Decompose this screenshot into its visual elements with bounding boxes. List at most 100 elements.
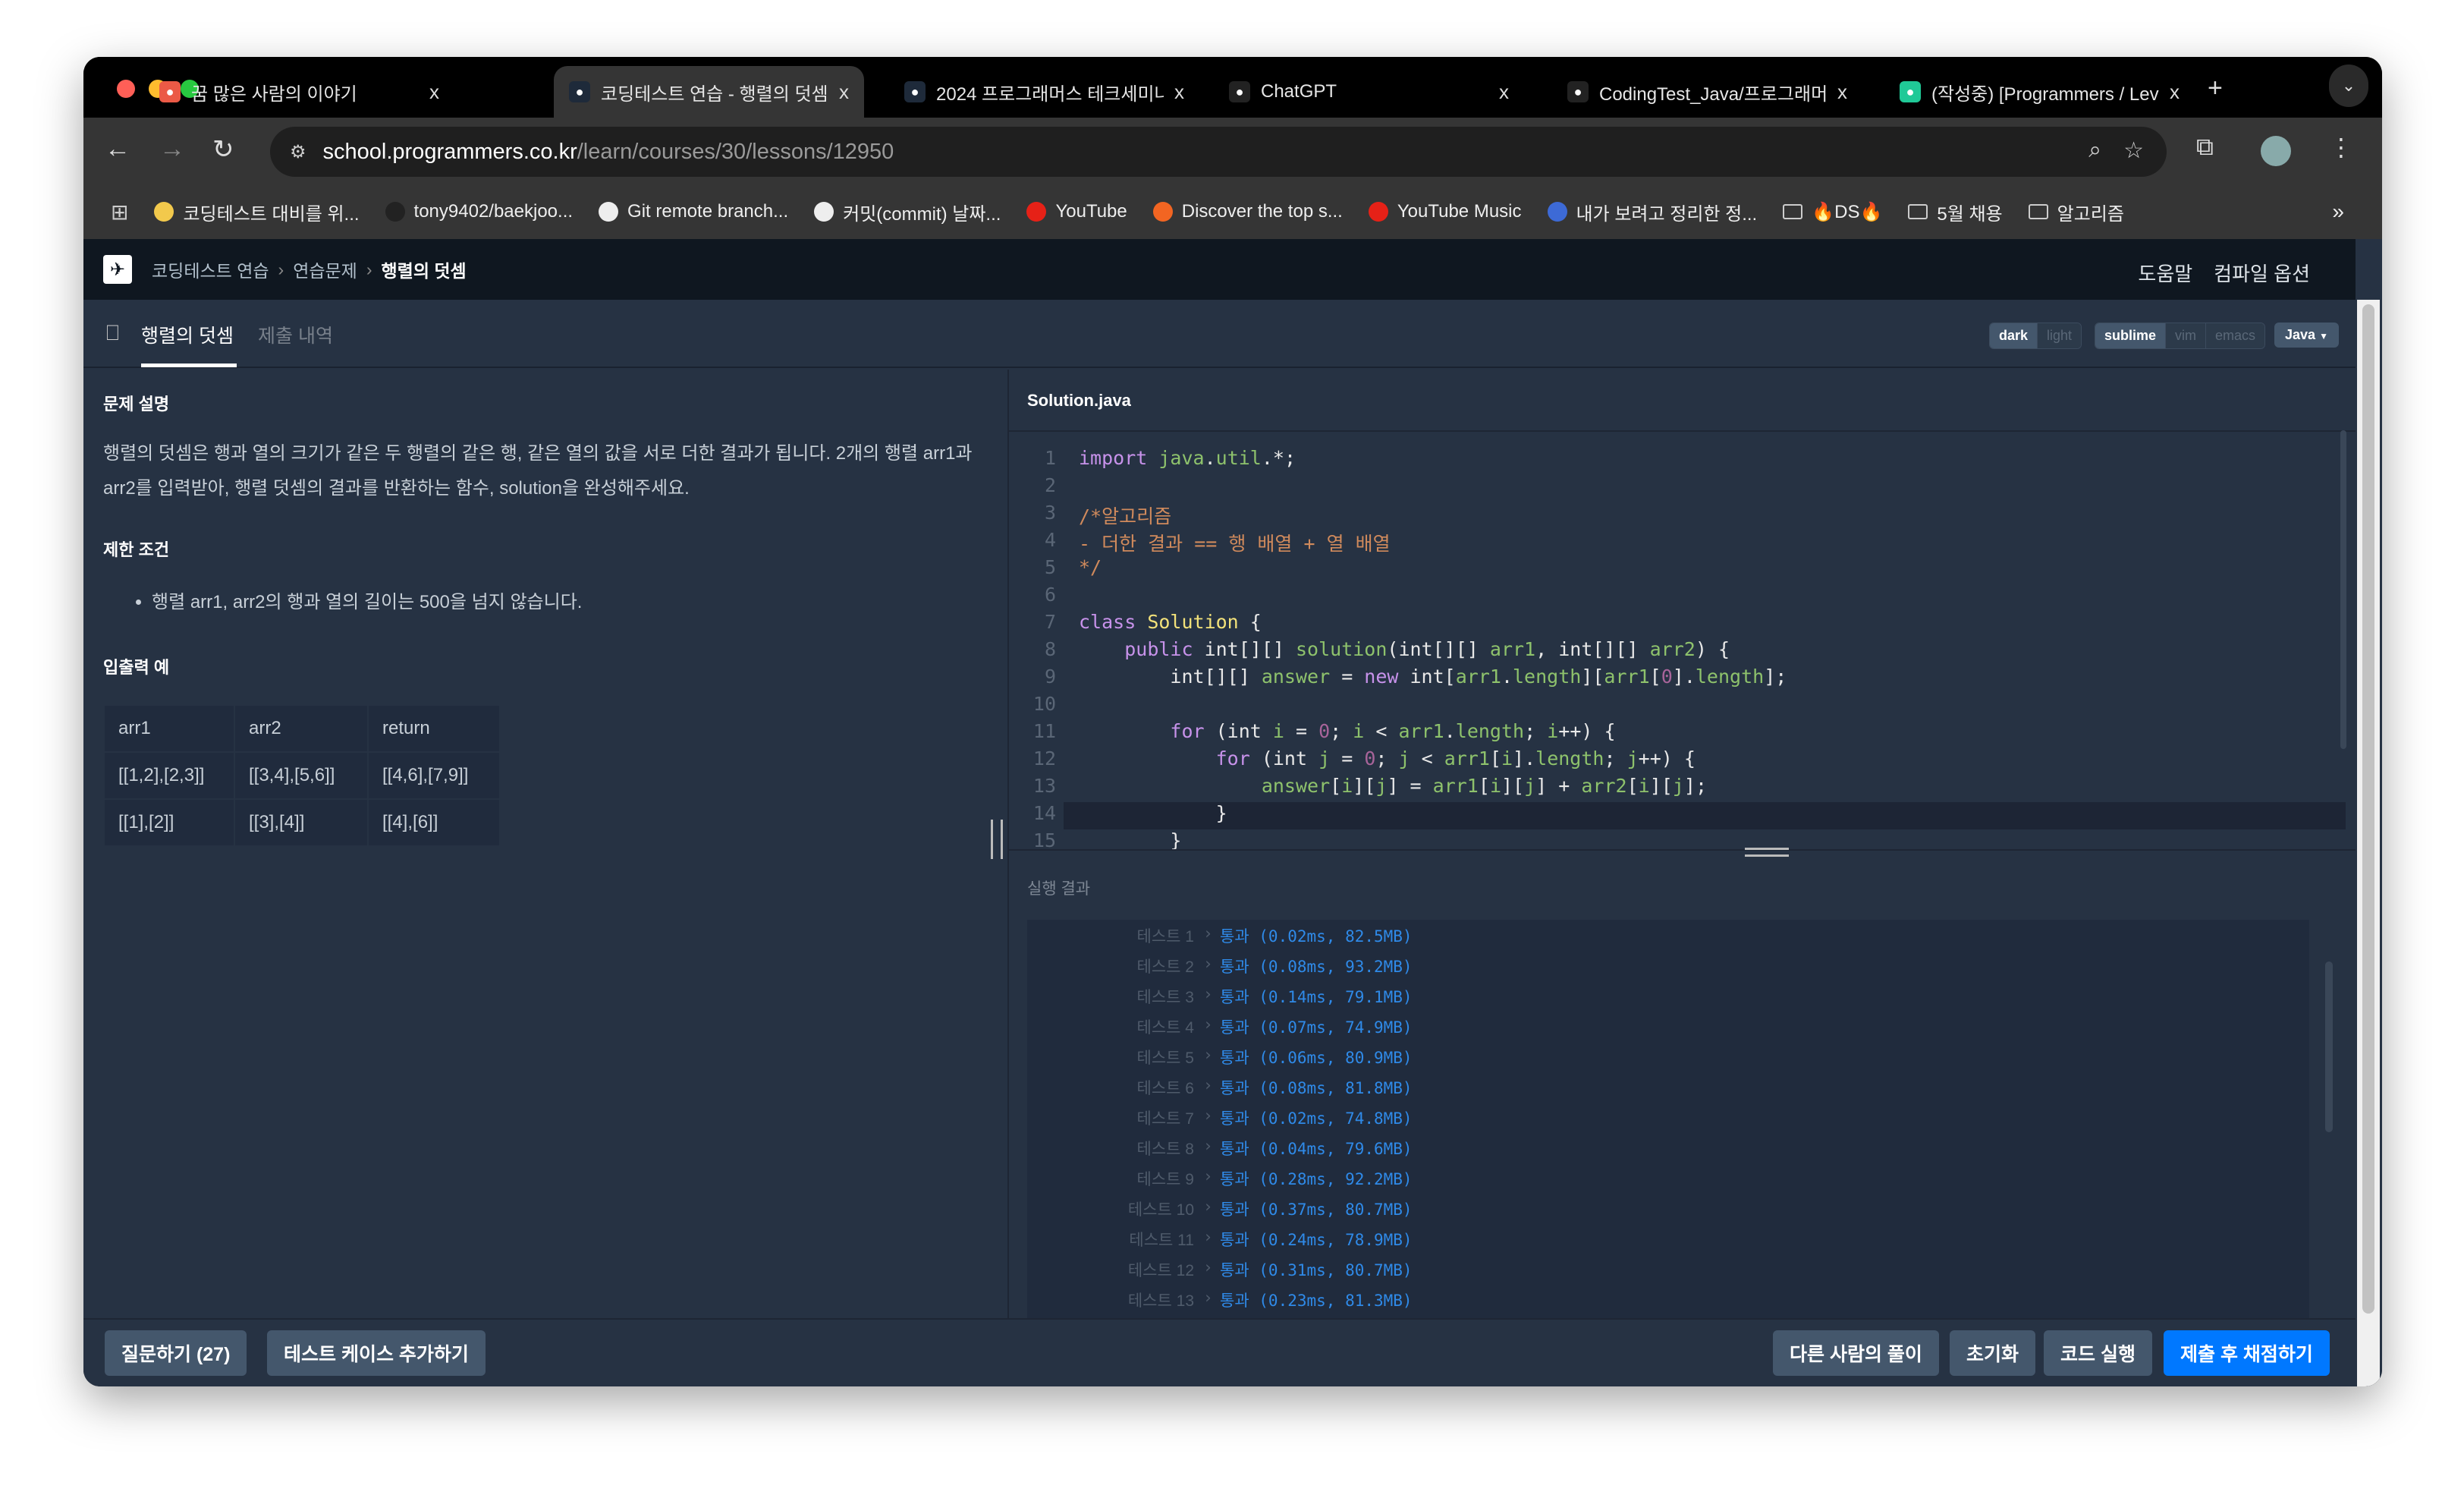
code-line[interactable]: */ bbox=[1079, 556, 1102, 578]
page-scrollbar-thumb[interactable] bbox=[2362, 304, 2374, 1314]
close-tab-icon[interactable]: x bbox=[2170, 80, 2180, 104]
address-bar[interactable]: ⚙ school.programmers.co.kr/learn/courses… bbox=[270, 127, 2167, 177]
tab-search-button[interactable]: ⌄ bbox=[2329, 65, 2368, 107]
bookmark-favicon bbox=[1547, 202, 1567, 222]
close-tab-icon[interactable]: x bbox=[1499, 80, 1509, 104]
bookmark-label: YouTube bbox=[1055, 201, 1127, 222]
others-solutions-button[interactable]: 다른 사람의 풀이 bbox=[1773, 1330, 1939, 1376]
bookmark-item[interactable]: 코딩테스트 대비를 위... bbox=[154, 199, 360, 225]
code-line[interactable]: for (int j = 0; j < arr1[i].length; j++)… bbox=[1079, 747, 1696, 769]
close-tab-icon[interactable]: x bbox=[1837, 80, 1847, 104]
lesson-tabs-bar: ⎕ 행렬의 덧셈 제출 내역 dark light sublime vim em… bbox=[83, 300, 2356, 368]
breadcrumb-item[interactable]: 코딩테스트 연습 bbox=[152, 256, 269, 282]
bookmark-favicon bbox=[1368, 202, 1388, 222]
code-line[interactable]: } bbox=[1079, 802, 1227, 824]
splitter-grip-icon[interactable] bbox=[1745, 848, 1789, 857]
reload-icon[interactable]: ↻ bbox=[212, 134, 234, 165]
keymap-sublime-option[interactable]: sublime bbox=[2095, 323, 2166, 348]
bookmark-favicon bbox=[814, 202, 834, 222]
extensions-icon[interactable]: ⧉ bbox=[2196, 133, 2214, 162]
breadcrumb-current: 행렬의 덧셈 bbox=[381, 261, 467, 281]
programmers-logo[interactable]: ✈ bbox=[103, 255, 132, 284]
new-tab-button[interactable]: + bbox=[2208, 74, 2223, 103]
code-line[interactable]: answer[i][j] = arr1[i][j] + arr2[i][j]; bbox=[1079, 775, 1707, 797]
tab-problem[interactable]: 행렬의 덧셈 bbox=[141, 321, 234, 348]
results-scrollbar[interactable] bbox=[2325, 961, 2333, 1132]
test-result: 통과 (0.37ms, 80.7MB) bbox=[1220, 1201, 1413, 1219]
bookmark-item[interactable]: 5월 채용 bbox=[1908, 199, 2003, 225]
close-window-button[interactable] bbox=[117, 80, 135, 98]
language-select[interactable]: Java ▼ bbox=[2274, 323, 2339, 348]
browser-tab[interactable]: ● (작성중) [Programmers / Lev x bbox=[1884, 66, 2195, 118]
compile-options-link[interactable]: 컴파일 옵션 bbox=[2214, 259, 2310, 287]
bookmark-label: Git remote branch... bbox=[627, 201, 789, 222]
theme-light-option[interactable]: light bbox=[2037, 323, 2082, 348]
line-number: 12 bbox=[1032, 747, 1056, 769]
bookmark-item[interactable]: 내가 보려고 정리한 정... bbox=[1547, 199, 1757, 225]
bookmark-icon[interactable]: ⎕ bbox=[106, 321, 119, 346]
breadcrumb-item[interactable]: 연습문제 bbox=[293, 256, 357, 282]
resize-handle[interactable] bbox=[991, 820, 1003, 859]
site-info-icon[interactable]: ⚙ bbox=[290, 141, 306, 163]
menu-icon[interactable]: ⋮ bbox=[2329, 133, 2353, 162]
line-number: 4 bbox=[1044, 529, 1056, 551]
close-tab-icon[interactable]: x bbox=[1174, 80, 1184, 104]
close-tab-icon[interactable]: x bbox=[839, 80, 849, 104]
code-line[interactable]: public int[][] solution(int[][] arr1, in… bbox=[1079, 638, 1730, 660]
forward-icon[interactable]: → bbox=[159, 134, 185, 164]
bookmark-item[interactable]: tony9402/baekjoo... bbox=[385, 199, 573, 225]
bookmark-item[interactable]: 🔥DS🔥 bbox=[1783, 199, 1882, 225]
keymap-vim-option[interactable]: vim bbox=[2165, 323, 2206, 348]
line-number: 1 bbox=[1044, 447, 1056, 469]
editor-filename: Solution.java bbox=[1027, 391, 1131, 410]
tab-title: 코딩테스트 연습 - 행렬의 덧셈 bbox=[601, 83, 828, 105]
bookmark-item[interactable]: Discover the top s... bbox=[1152, 199, 1343, 225]
code-line[interactable]: /*알고리즘 bbox=[1079, 502, 1171, 529]
tistory-icon: ● bbox=[159, 81, 181, 102]
chevron-right-icon: › bbox=[1203, 1167, 1213, 1185]
code-line[interactable]: import java.util.*; bbox=[1079, 447, 1296, 469]
code-line[interactable]: } bbox=[1079, 829, 1181, 849]
more-bookmarks-button[interactable]: » bbox=[2332, 200, 2344, 224]
test-result: 통과 (0.31ms, 80.7MB) bbox=[1220, 1261, 1413, 1279]
keymap-toggle: sublime vim emacs bbox=[2095, 323, 2266, 349]
run-code-button[interactable]: 코드 실행 bbox=[2044, 1330, 2152, 1376]
bookmark-star-icon[interactable]: ☆ bbox=[2123, 137, 2144, 164]
code-line[interactable]: int[][] answer = new int[arr1.length][ar… bbox=[1079, 666, 1787, 688]
chevron-right-icon: › bbox=[1203, 1046, 1213, 1064]
ask-question-button[interactable]: 질문하기 (27) bbox=[105, 1330, 247, 1376]
bookmark-item[interactable]: 커밋(commit) 날짜... bbox=[814, 199, 1001, 225]
submit-button[interactable]: 제출 후 채점하기 bbox=[2164, 1330, 2330, 1376]
section-title: 입출력 예 bbox=[103, 658, 170, 677]
profile-avatar[interactable] bbox=[2261, 136, 2291, 166]
browser-tab[interactable]: ● 코딩테스트 연습 - 행렬의 덧셈 x bbox=[554, 66, 864, 118]
browser-tab[interactable]: ● CodingTest_Java/프로그래머스 x bbox=[1552, 66, 1862, 118]
help-link[interactable]: 도움말 bbox=[2138, 259, 2192, 287]
reset-button[interactable]: 초기화 bbox=[1950, 1330, 2036, 1376]
close-tab-icon[interactable]: x bbox=[429, 80, 439, 104]
code-line[interactable]: class Solution { bbox=[1079, 611, 1262, 633]
editor-scrollbar[interactable] bbox=[2340, 430, 2346, 749]
editor-results-splitter[interactable] bbox=[1009, 849, 2356, 851]
section-title: 제한 조건 bbox=[103, 540, 170, 559]
bookmark-item[interactable]: Git remote branch... bbox=[599, 199, 788, 225]
test-result: 통과 (0.04ms, 79.6MB) bbox=[1220, 1140, 1413, 1158]
browser-tab[interactable]: ● ChatGPT x bbox=[1214, 66, 1524, 118]
bookmark-item[interactable]: YouTube Music bbox=[1368, 199, 1522, 225]
bookmark-item[interactable]: YouTube bbox=[1026, 199, 1127, 225]
bookmark-item[interactable]: 알고리즘 bbox=[2028, 199, 2124, 225]
back-icon[interactable]: ← bbox=[105, 134, 130, 164]
code-line[interactable]: - 더한 결과 == 행 배열 + 열 배열 bbox=[1079, 529, 1391, 556]
zoom-icon[interactable]: ⌕ bbox=[2088, 137, 2101, 163]
code-editor[interactable]: 1 import java.util.*; 2 3 /*알고리즘 4 - 더한 결과 == … bbox=[1009, 430, 2356, 849]
code-line[interactable]: for (int i = 0; i < arr1.length; i++) { bbox=[1079, 720, 1615, 742]
tab-submission-history[interactable]: 제출 내역 bbox=[258, 321, 333, 348]
add-testcase-button[interactable]: 테스트 케이스 추가하기 bbox=[267, 1330, 486, 1376]
apps-grid-icon[interactable]: ⊞ bbox=[111, 200, 128, 225]
theme-dark-option[interactable]: dark bbox=[1990, 323, 2038, 348]
browser-tab[interactable]: ● 꿈 많은 사람의 이야기 x bbox=[144, 66, 454, 118]
browser-tab[interactable]: ● 2024 프로그래머스 테크세미나 x bbox=[889, 66, 1199, 118]
test-name: 테스트 4 bbox=[1136, 1019, 1194, 1037]
page-scrollbar[interactable] bbox=[2357, 300, 2380, 1386]
keymap-emacs-option[interactable]: emacs bbox=[2205, 323, 2265, 348]
